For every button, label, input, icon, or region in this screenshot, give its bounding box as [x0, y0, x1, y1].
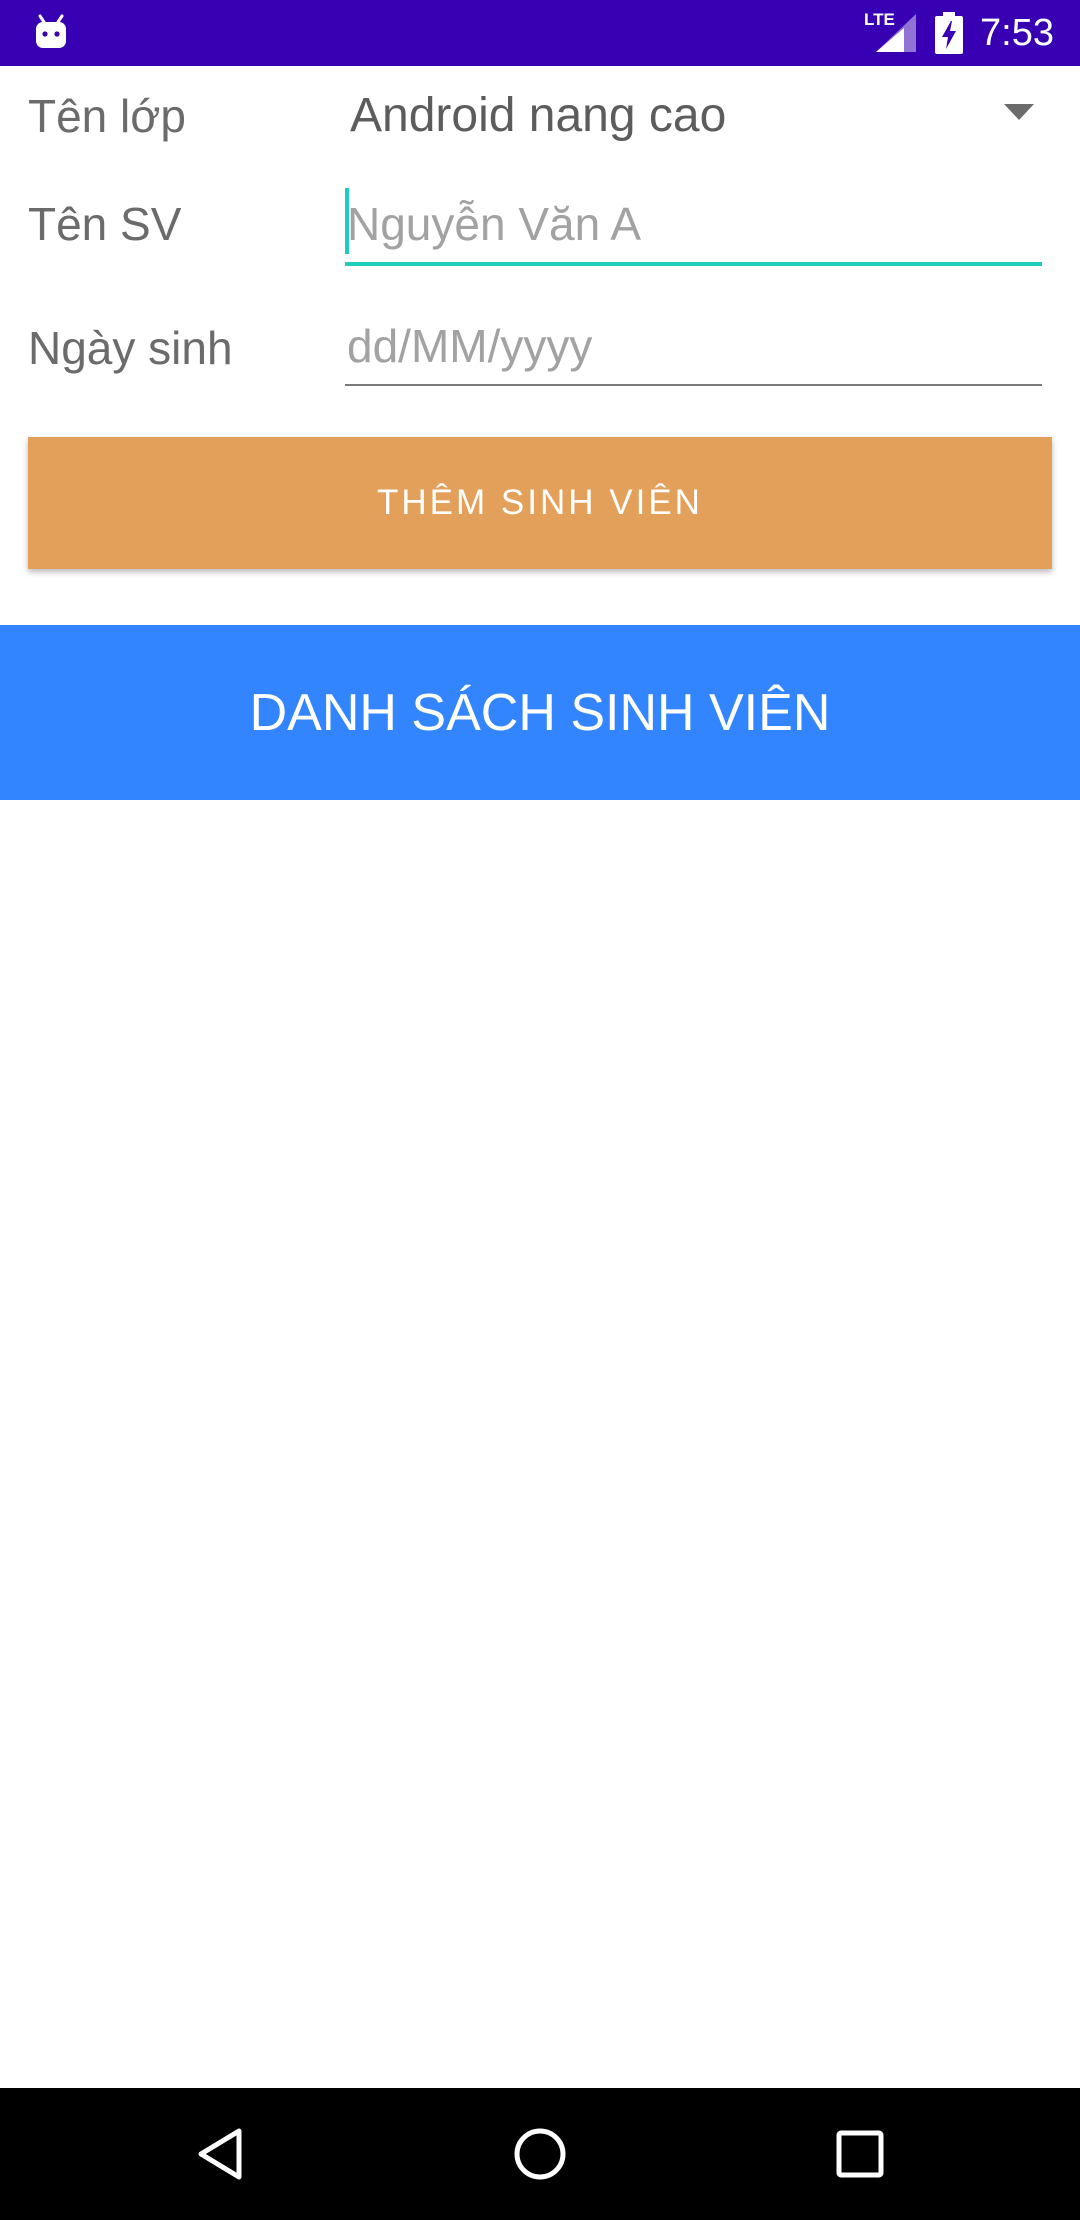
add-student-button[interactable]: THÊM SINH VIÊN	[28, 437, 1052, 569]
class-label: Tên lớp	[28, 90, 187, 142]
student-name-label: Tên SV	[28, 198, 182, 250]
text-cursor	[345, 188, 349, 254]
back-button[interactable]	[150, 2088, 290, 2220]
student-name-field-container	[345, 186, 1044, 266]
dob-input[interactable]	[345, 316, 1044, 376]
back-icon	[198, 2128, 242, 2180]
student-list-title: DANH SÁCH SINH VIÊN	[249, 683, 831, 742]
recents-button[interactable]	[790, 2088, 930, 2220]
student-name-input[interactable]	[345, 194, 1044, 254]
status-bar: LTE 7:53	[0, 0, 1080, 66]
class-spinner[interactable]: Android nang cao	[340, 76, 1052, 156]
class-spinner-value: Android nang cao	[350, 89, 727, 142]
student-list[interactable]	[0, 800, 1080, 2088]
status-time: 7:53	[980, 12, 1054, 54]
dob-underline	[345, 384, 1042, 386]
app-screen: LTE 7:53 Tên lớp Android nang cao Tên SV…	[0, 0, 1080, 2220]
dob-field-container	[345, 310, 1044, 386]
dob-label: Ngày sinh	[28, 322, 233, 374]
student-list-header: DANH SÁCH SINH VIÊN	[0, 625, 1080, 800]
navigation-bar	[0, 2088, 1080, 2220]
dropdown-arrow-icon	[1004, 104, 1034, 120]
network-type-label: LTE	[864, 10, 895, 29]
home-icon	[514, 2128, 566, 2180]
lte-signal-icon: LTE	[864, 10, 916, 54]
home-button[interactable]	[470, 2088, 610, 2220]
android-debug-icon	[36, 14, 66, 48]
student-name-underline	[345, 262, 1042, 266]
recents-icon	[836, 2130, 884, 2178]
battery-charging-icon	[935, 12, 963, 54]
